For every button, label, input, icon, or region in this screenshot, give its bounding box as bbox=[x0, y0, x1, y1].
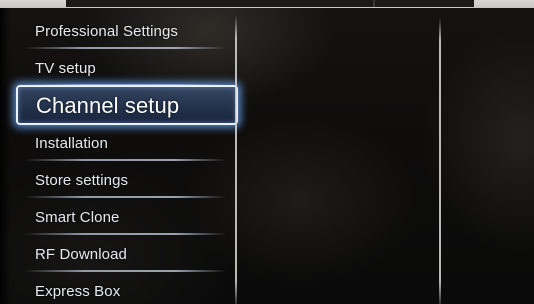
menu-item-label: Store settings bbox=[35, 172, 129, 189]
menu-separator bbox=[24, 270, 226, 272]
menu-item-label: Smart Clone bbox=[35, 209, 120, 226]
menu-item-rf-download[interactable]: RF Download bbox=[14, 238, 234, 272]
top-panel-divider bbox=[373, 0, 375, 7]
column-divider bbox=[235, 15, 237, 304]
tv-menu-screen: Professional Settings TV setup Channel s… bbox=[0, 0, 534, 304]
menu-item-channel-setup[interactable]: Channel setup bbox=[16, 85, 238, 125]
menu-item-label: Professional Settings bbox=[35, 23, 179, 40]
menu-item-label: RF Download bbox=[35, 246, 127, 263]
menu-item-label: Express Box bbox=[35, 283, 121, 300]
menu-item-express-box[interactable]: Express Box bbox=[14, 275, 234, 304]
menu-item-professional-settings[interactable]: Professional Settings bbox=[14, 15, 234, 49]
menu-separator bbox=[24, 196, 226, 198]
menu-item-smart-clone[interactable]: Smart Clone bbox=[14, 201, 234, 235]
menu-separator bbox=[24, 47, 226, 49]
menu-item-tv-setup[interactable]: TV setup bbox=[14, 52, 234, 86]
left-edge-shadow bbox=[0, 8, 10, 304]
menu-item-label: Channel setup bbox=[36, 93, 180, 118]
top-panel-strip bbox=[66, 0, 474, 7]
menu-item-label: TV setup bbox=[35, 60, 96, 77]
menu-item-installation[interactable]: Installation bbox=[14, 127, 234, 161]
menu-item-store-settings[interactable]: Store settings bbox=[14, 164, 234, 198]
menu-item-label: Installation bbox=[35, 135, 108, 152]
settings-menu: Professional Settings TV setup Channel s… bbox=[14, 15, 238, 304]
column-divider bbox=[439, 18, 441, 304]
menu-separator bbox=[24, 233, 226, 235]
menu-separator bbox=[24, 159, 226, 161]
